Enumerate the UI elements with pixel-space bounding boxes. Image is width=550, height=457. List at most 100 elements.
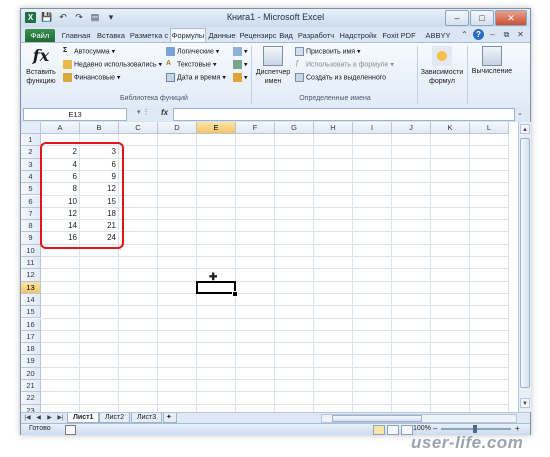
row-header-23[interactable]: 23 bbox=[21, 404, 41, 412]
column-header-a[interactable]: A bbox=[41, 122, 80, 134]
row-header-12[interactable]: 12 bbox=[21, 269, 41, 282]
name-manager-button[interactable]: Диспетчер имен bbox=[255, 46, 291, 86]
row-header-16[interactable]: 16 bbox=[21, 318, 41, 331]
text-functions-button[interactable]: A Текстовые ▾ bbox=[166, 60, 217, 69]
column-header-e[interactable]: E bbox=[197, 122, 236, 134]
column-header-g[interactable]: G bbox=[275, 122, 314, 134]
sheet-tab-1[interactable]: Лист1 bbox=[67, 413, 100, 423]
help-icon[interactable]: ? bbox=[473, 29, 484, 40]
tab-page-layout[interactable]: Разметка с bbox=[129, 29, 169, 42]
tab-developer[interactable]: Разработч bbox=[296, 29, 336, 42]
page-layout-view-icon[interactable] bbox=[387, 425, 399, 435]
restore-workbook-icon[interactable]: ⧉ bbox=[501, 29, 512, 40]
column-header-k[interactable]: K bbox=[431, 122, 470, 134]
row-header-13[interactable]: 13 bbox=[21, 281, 41, 294]
calculation-button[interactable]: Вычисление bbox=[469, 46, 515, 75]
zoom-level[interactable]: 100% bbox=[413, 425, 431, 432]
column-header-l[interactable]: L bbox=[470, 122, 509, 134]
minimize-button[interactable]: – bbox=[445, 10, 469, 26]
formula-auditing-button[interactable]: Зависимости формул bbox=[419, 46, 465, 86]
use-in-formula-button[interactable]: ƒ Использовать в формуле ▾ bbox=[295, 60, 394, 69]
select-all-corner[interactable] bbox=[21, 122, 41, 134]
tab-view[interactable]: Вид bbox=[278, 29, 294, 42]
horizontal-scrollbar[interactable] bbox=[321, 414, 517, 423]
minimize-workbook-icon[interactable]: – bbox=[487, 29, 498, 40]
scroll-up-arrow-icon[interactable]: ▲ bbox=[520, 124, 530, 134]
column-header-j[interactable]: J bbox=[392, 122, 431, 134]
sheet-tab-3[interactable]: Лист3 bbox=[131, 413, 163, 423]
row-header-7[interactable]: 7 bbox=[21, 207, 41, 221]
vertical-scrollbar[interactable]: ▲ ▼ bbox=[518, 122, 531, 412]
close-workbook-icon[interactable]: ✕ bbox=[515, 29, 526, 40]
tab-abbyy-pdf[interactable]: ABBYY PDF bbox=[419, 29, 457, 53]
row-header-17[interactable]: 17 bbox=[21, 330, 41, 344]
insert-function-fx-icon[interactable]: fx bbox=[161, 108, 168, 117]
row-header-11[interactable]: 11 bbox=[21, 257, 41, 270]
expand-formula-bar-icon[interactable]: ⌄ bbox=[517, 109, 523, 117]
define-name-button[interactable]: Присвоить имя ▾ bbox=[295, 47, 361, 56]
vertical-scroll-thumb[interactable] bbox=[520, 138, 530, 388]
zoom-out-button[interactable]: – bbox=[433, 424, 437, 433]
tab-insert[interactable]: Вставка bbox=[95, 29, 127, 42]
row-header-22[interactable]: 22 bbox=[21, 392, 41, 405]
maximize-button[interactable]: □ bbox=[470, 10, 494, 26]
row-header-4[interactable]: 4 bbox=[21, 170, 41, 184]
financial-button[interactable]: Финансовые ▾ bbox=[63, 73, 120, 82]
insert-function-button[interactable]: fx Вставить функцию bbox=[25, 46, 57, 86]
column-header-d[interactable]: D bbox=[158, 122, 197, 134]
macro-record-icon[interactable] bbox=[65, 425, 76, 435]
column-header-c[interactable]: C bbox=[119, 122, 158, 134]
name-box-dropdown-icon[interactable]: ▾ ⋮ bbox=[137, 108, 149, 116]
zoom-slider[interactable] bbox=[441, 425, 511, 433]
row-header-1[interactable]: 1 bbox=[21, 134, 41, 147]
tab-addins[interactable]: Надстройк bbox=[338, 29, 378, 42]
row-header-10[interactable]: 10 bbox=[21, 244, 41, 257]
row-header-2[interactable]: 2 bbox=[21, 146, 41, 159]
next-sheet-icon[interactable]: ▶ bbox=[45, 414, 54, 421]
tab-data[interactable]: Данные bbox=[206, 29, 238, 42]
tab-review[interactable]: Рецензирс bbox=[239, 29, 277, 42]
normal-view-icon[interactable] bbox=[373, 425, 385, 435]
row-header-19[interactable]: 19 bbox=[21, 355, 41, 368]
lookup-reference-button[interactable]: ▾ bbox=[233, 47, 248, 56]
zoom-slider-knob[interactable] bbox=[473, 425, 477, 433]
row-header-14[interactable]: 14 bbox=[21, 293, 41, 307]
row-header-21[interactable]: 21 bbox=[21, 380, 41, 393]
column-header-b[interactable]: B bbox=[80, 122, 119, 134]
fill-handle[interactable] bbox=[232, 290, 238, 297]
name-box[interactable]: E13 bbox=[23, 108, 127, 121]
insert-sheet-icon[interactable]: ✦ bbox=[163, 413, 177, 423]
collapse-ribbon-icon[interactable]: ⌃ bbox=[459, 29, 470, 40]
horizontal-scroll-thumb[interactable] bbox=[332, 415, 422, 422]
row-header-8[interactable]: 8 bbox=[21, 220, 41, 233]
row-header-20[interactable]: 20 bbox=[21, 367, 41, 380]
column-header-h[interactable]: H bbox=[314, 122, 353, 134]
row-header-3[interactable]: 3 bbox=[21, 158, 41, 171]
tab-home[interactable]: Главная bbox=[59, 29, 93, 42]
column-header-i[interactable]: I bbox=[353, 122, 392, 134]
close-button[interactable]: ✕ bbox=[495, 10, 527, 26]
prev-sheet-icon[interactable]: ◀ bbox=[34, 414, 43, 421]
last-sheet-icon[interactable]: ▶| bbox=[56, 414, 65, 421]
sheet-tab-2[interactable]: Лист2 bbox=[99, 413, 131, 423]
first-sheet-icon[interactable]: |◀ bbox=[23, 414, 32, 421]
datetime-button[interactable]: Дата и время ▾ bbox=[166, 73, 226, 82]
autosum-button[interactable]: Σ Автосумма ▾ bbox=[63, 47, 115, 56]
row-header-9[interactable]: 9 bbox=[21, 232, 41, 245]
worksheet-grid[interactable]: A B C D E F G H I J K L 1 2 3 4 5 6 7 8 9 10 11 12 13 14 15 16 17 18 1… bbox=[21, 122, 518, 412]
column-header-f[interactable]: F bbox=[236, 122, 275, 134]
row-header-5[interactable]: 5 bbox=[21, 183, 41, 196]
row-header-18[interactable]: 18 bbox=[21, 343, 41, 356]
scroll-down-arrow-icon[interactable]: ▼ bbox=[520, 398, 530, 408]
math-trig-button[interactable]: ▾ bbox=[233, 60, 248, 69]
formula-input[interactable] bbox=[173, 108, 515, 121]
tab-foxit-pdf[interactable]: Foxit PDF bbox=[381, 29, 417, 42]
zoom-in-button[interactable]: + bbox=[515, 424, 520, 433]
create-from-selection-button[interactable]: Создать из выделенного bbox=[295, 73, 386, 82]
recently-used-button[interactable]: Недавно использовались ▾ bbox=[63, 60, 162, 69]
tab-file[interactable]: Файл bbox=[25, 29, 55, 42]
tab-formulas[interactable]: Формулы bbox=[170, 28, 206, 43]
row-header-6[interactable]: 6 bbox=[21, 195, 41, 208]
logical-button[interactable]: Логические ▾ bbox=[166, 47, 219, 56]
more-functions-button[interactable]: ▾ bbox=[233, 73, 248, 82]
